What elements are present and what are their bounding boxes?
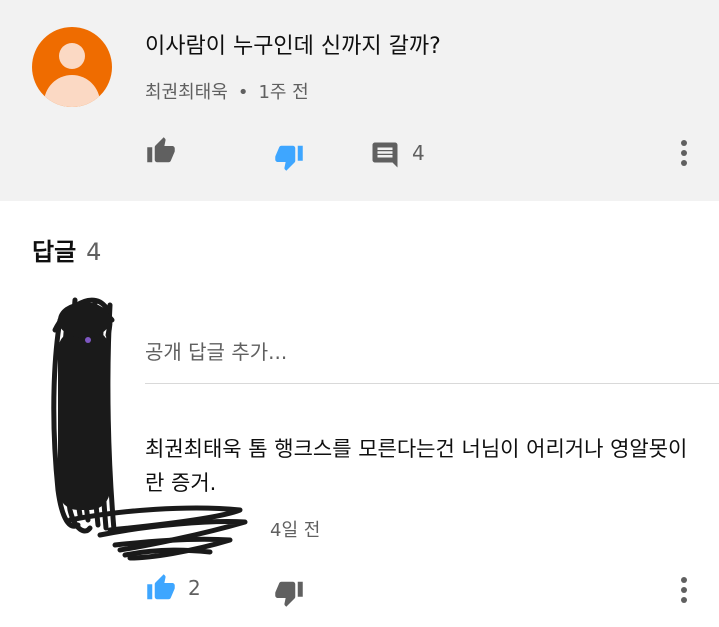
replies-header: 답글 4 — [32, 232, 101, 267]
thumbs-up-icon — [147, 574, 175, 600]
comment-author[interactable]: 최권최태욱 — [145, 82, 228, 103]
reply-input-field[interactable] — [145, 330, 719, 384]
comment-meta: 최권최태욱 • 1주 전 — [145, 78, 309, 104]
reply-text: 최권최태욱 톰 행크스를 모른다는건 너님이 어리거나 영알못이란 증거. — [145, 437, 688, 495]
avatar[interactable] — [32, 27, 112, 107]
meta-separator: • — [237, 82, 249, 103]
dislike-button[interactable] — [272, 140, 306, 174]
reply-like-count: 2 — [188, 576, 201, 600]
replies-count: 4 — [86, 238, 102, 266]
thumbs-down-icon — [275, 581, 303, 607]
comment-text: 이사람이 누구인데 신까지 갈까? — [145, 34, 441, 59]
reply-count: 4 — [412, 141, 425, 165]
more-vert-icon — [681, 577, 687, 603]
reply-dislike-button[interactable] — [272, 576, 306, 610]
reply-like-button[interactable] — [144, 571, 178, 605]
reply-comment-icon — [372, 142, 398, 168]
thumbs-up-icon — [147, 137, 175, 163]
more-vert-icon — [681, 140, 687, 166]
avatar-head — [59, 43, 85, 69]
like-button[interactable] — [144, 134, 178, 168]
reply-button[interactable] — [368, 138, 402, 172]
reply-menu-button[interactable] — [667, 573, 701, 607]
comment-menu-button[interactable] — [667, 136, 701, 170]
comment-time: 1주 전 — [258, 82, 309, 103]
replies-title: 답글 — [32, 238, 77, 266]
avatar-body — [44, 75, 100, 107]
thumbs-down-icon — [275, 145, 303, 171]
reply-time: 4일 전 — [270, 520, 321, 541]
top-comment: 이사람이 누구인데 신까지 갈까? 최권최태욱 • 1주 전 4 — [0, 0, 719, 201]
